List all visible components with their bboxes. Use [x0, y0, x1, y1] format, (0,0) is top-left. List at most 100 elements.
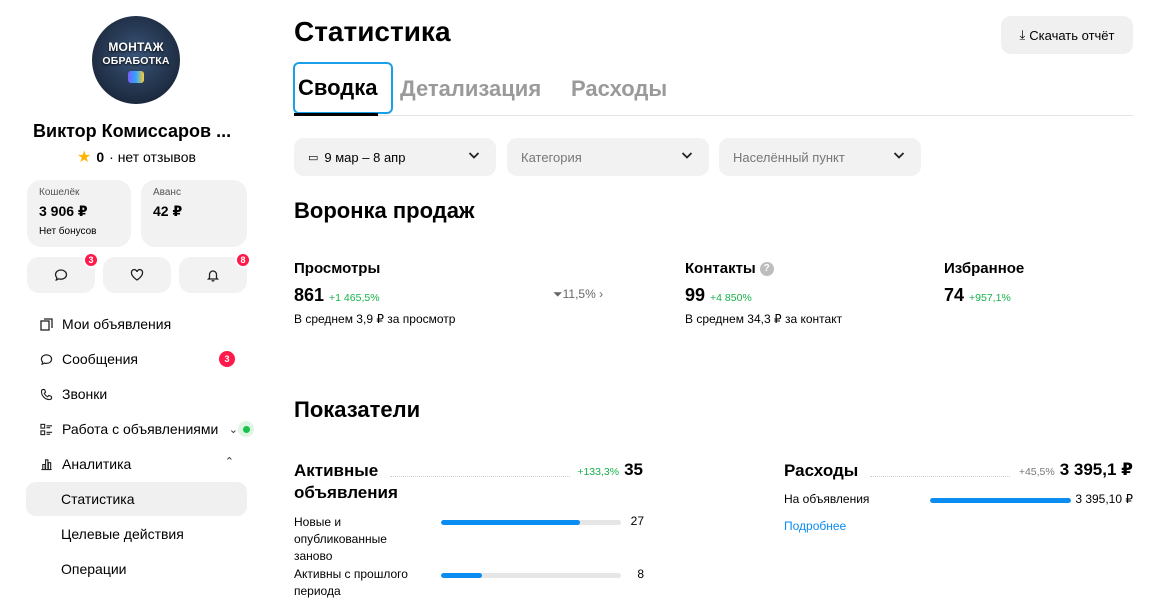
new-listings-bar	[441, 520, 621, 525]
wallet-value: 3 906 ₽	[39, 203, 88, 219]
nav-label: Мои объявления	[62, 316, 172, 332]
phone-icon	[39, 387, 53, 401]
wallet-sub: Нет бонусов	[39, 226, 97, 237]
rating-value: 0	[96, 149, 105, 165]
carried-listings-label: Активны с прошлого периода	[294, 567, 408, 598]
expenses-ads-label: На объявления	[784, 492, 870, 506]
rating-text: · нет отзывов	[109, 149, 196, 165]
avatar[interactable]: МОНТАЖ ОБРАБОТКА	[92, 16, 180, 104]
notifications-quick-button[interactable]: 8	[179, 252, 251, 293]
favorites-quick-button[interactable]	[103, 257, 171, 293]
category-filter-placeholder: Категория	[521, 149, 582, 165]
chevron-right-icon: ›	[599, 287, 604, 301]
favorites-value: 74	[944, 285, 965, 305]
active-listings-total: +133,3% 35	[577, 460, 643, 480]
tab-active-indicator	[294, 113, 378, 116]
nav-label: Целевые действия	[61, 526, 184, 542]
views-title: Просмотры	[294, 260, 381, 277]
advance-card[interactable]: Аванс 42 ₽	[141, 180, 247, 247]
avatar-text-line2: ОБРАБОТКА	[102, 54, 170, 67]
expenses-delta: +45,5%	[1018, 466, 1055, 478]
nav-label: Работа с объявлениями	[62, 421, 219, 437]
dotted-leader	[390, 476, 570, 477]
chevron-down-icon	[893, 152, 905, 159]
conversion-link[interactable]: ⏷11,5% ›	[553, 287, 603, 302]
dotted-leader	[870, 476, 1010, 477]
page-title: Статистика	[294, 16, 451, 47]
wallet-card[interactable]: Кошелёк 3 906 ₽ Нет бонусов	[27, 180, 131, 247]
download-label: Скачать отчёт	[1029, 27, 1115, 43]
ads-icon	[39, 317, 53, 331]
chevron-down-icon	[681, 152, 693, 159]
profile-name[interactable]: Виктор Комиссаров ...	[33, 121, 231, 142]
contacts-average: В среднем 34,3 ₽ за контакт	[685, 312, 843, 326]
heart-icon	[130, 268, 144, 281]
nav-label: Звонки	[62, 386, 108, 402]
app-logo-icon	[128, 71, 144, 84]
favorites-title: Избранное	[944, 260, 1025, 277]
analytics-icon	[39, 457, 53, 471]
contacts-title: Контакты	[685, 260, 756, 277]
chevron-up-icon: ⌃	[224, 456, 234, 468]
contacts-value: 99	[685, 285, 706, 305]
notifications-badge: 8	[235, 252, 251, 268]
active-listings-value: 35	[624, 460, 643, 479]
nav-calls[interactable]: Звонки	[26, 377, 247, 411]
nav-messages[interactable]: Сообщения 3	[26, 342, 247, 376]
more-details-link[interactable]: Подробнее	[784, 519, 846, 533]
expenses-ads-bar	[930, 498, 1071, 503]
tab-details[interactable]: Детализация	[400, 62, 541, 116]
city-filter[interactable]: Населённый пункт	[719, 138, 921, 176]
nav-label: Сообщения	[62, 351, 138, 367]
status-dot-icon	[238, 421, 254, 437]
messages-quick-button[interactable]: 3	[27, 252, 99, 293]
help-icon[interactable]: ?	[759, 261, 774, 276]
expenses-title: Расходы	[784, 461, 859, 480]
star-icon: ★	[77, 149, 92, 166]
advance-value: 42 ₽	[153, 203, 183, 219]
download-icon: ⤓	[1019, 27, 1026, 42]
nav-analytics[interactable]: Аналитика ⌃	[26, 447, 247, 481]
rating[interactable]: ★ 0 · нет отзывов	[77, 147, 196, 167]
contacts-metric: Контакты ? 99 +4 850% В среднем 34,3 ₽ з…	[685, 260, 842, 326]
wallet-label: Кошелёк	[39, 187, 80, 198]
new-listings-value: 27	[630, 514, 644, 528]
tab-expenses[interactable]: Расходы	[571, 62, 667, 116]
advance-label: Аванс	[153, 187, 181, 198]
nav-label: Аналитика	[62, 456, 132, 472]
messages-count-badge: 3	[219, 351, 235, 367]
views-average: В среднем 3,9 ₽ за просмотр	[294, 312, 456, 326]
expenses-value: 3 395,1 ₽	[1059, 460, 1133, 479]
calendar-icon: ▭	[308, 151, 319, 164]
favorites-metric: Избранное 74 +957,1%	[944, 260, 1024, 306]
nav-operations[interactable]: Операции	[26, 552, 247, 586]
nav-target-actions[interactable]: Целевые действия	[26, 517, 247, 551]
chevron-down-icon: ⌄	[228, 423, 238, 436]
conversion-value: 11,5%	[562, 287, 596, 301]
chat-icon	[39, 352, 53, 366]
expenses-total: +45,5% 3 395,1 ₽	[1019, 460, 1133, 480]
expenses-ads-bar-fill	[930, 498, 1071, 503]
favorites-delta: +957,1%	[969, 292, 1011, 304]
nav-statistics[interactable]: Статистика	[26, 482, 247, 516]
indicators-title: Показатели	[294, 397, 421, 422]
download-report-button[interactable]: ⤓ Скачать отчёт	[1001, 16, 1133, 54]
date-filter-value: 9 мар – 8 апр	[324, 149, 406, 165]
category-filter[interactable]: Категория	[507, 138, 709, 176]
list-icon	[39, 422, 53, 436]
carried-listings-bar	[441, 573, 621, 578]
nav-ads-work[interactable]: Работа с объявлениями ⌄	[26, 412, 254, 446]
chevron-down-icon	[468, 152, 480, 159]
views-metric: Просмотры 861 +1 465,5% В среднем 3,9 ₽ …	[294, 260, 455, 326]
messages-badge: 3	[83, 252, 99, 268]
expenses-ads-value: 3 395,10 ₽	[1075, 492, 1133, 506]
new-listings-label: Новые и опубликованные заново	[294, 515, 387, 563]
carried-listings-value: 8	[637, 567, 644, 581]
tab-summary[interactable]: Сводка	[293, 62, 394, 114]
date-filter[interactable]: ▭ 9 мар – 8 апр	[294, 138, 496, 176]
active-listings-delta: +133,3%	[577, 466, 620, 478]
avatar-text-line1: МОНТАЖ	[108, 39, 164, 54]
contacts-delta: +4 850%	[710, 292, 752, 304]
nav-my-ads[interactable]: Мои объявления	[26, 307, 247, 341]
carried-listings-bar-fill	[441, 573, 483, 578]
